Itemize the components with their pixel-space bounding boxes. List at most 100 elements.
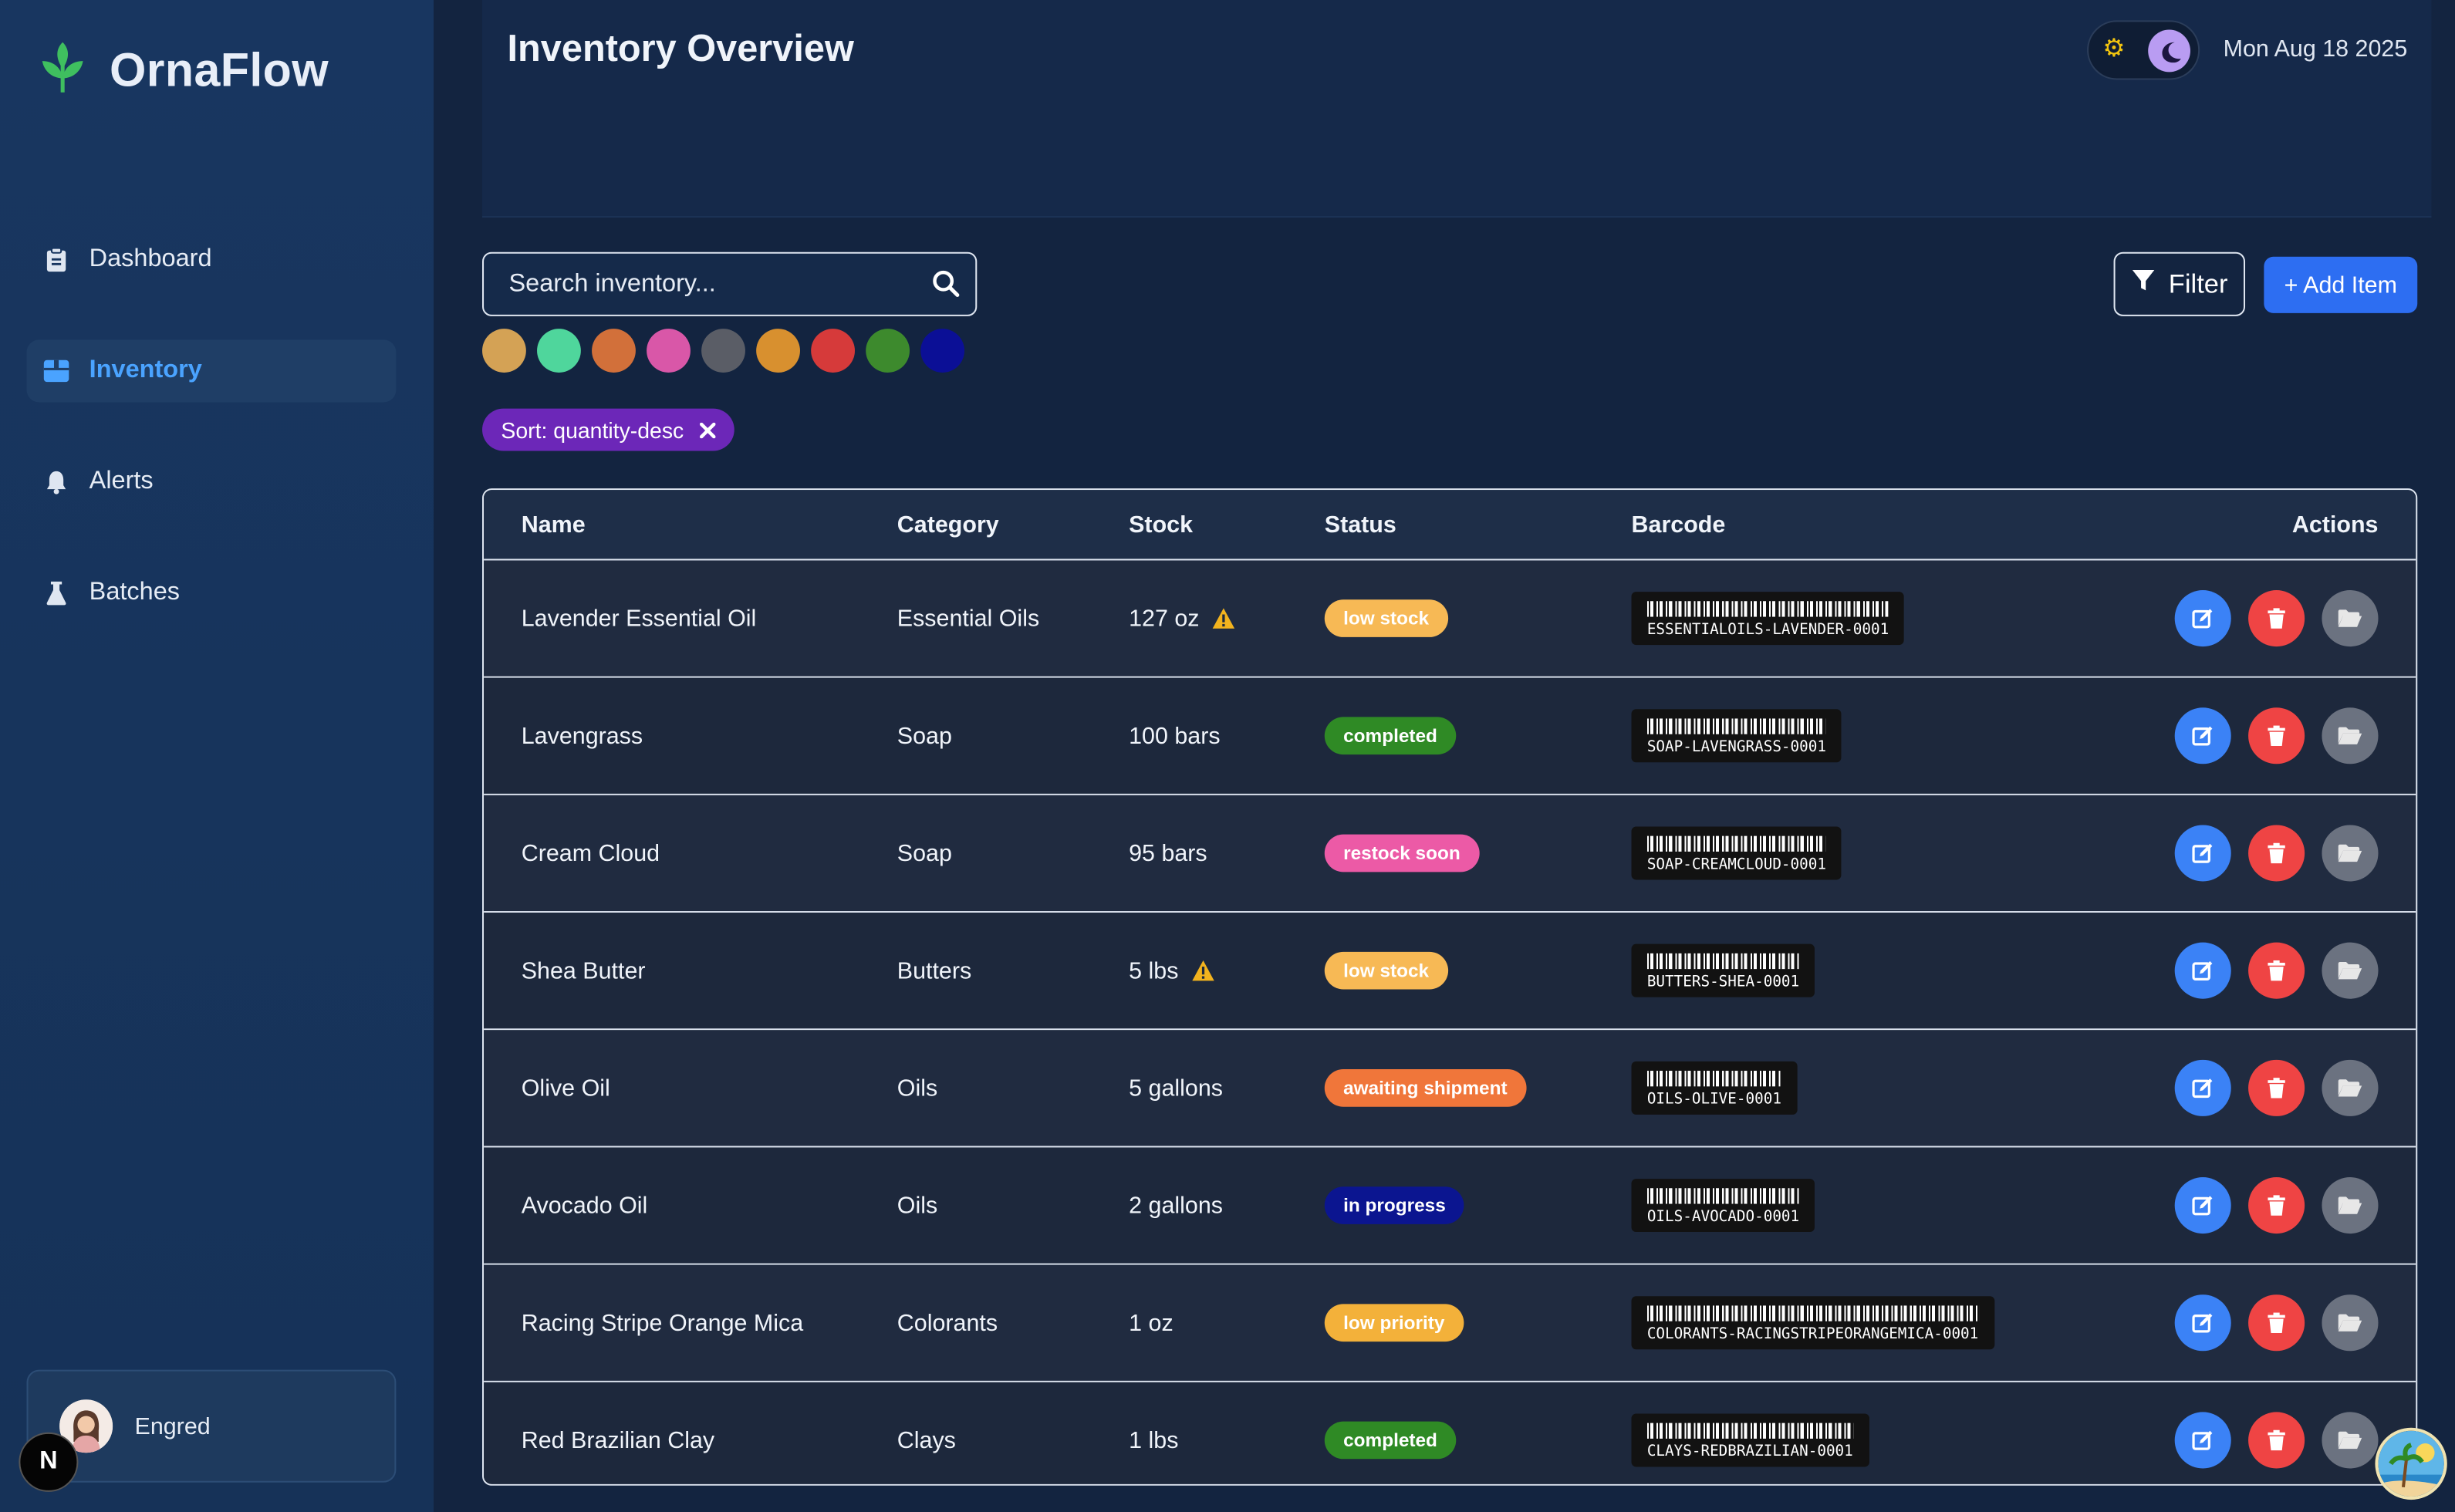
add-item-button[interactable]: + Add Item bbox=[2264, 256, 2418, 313]
search-icon[interactable] bbox=[931, 269, 960, 305]
edit-button[interactable] bbox=[2174, 1059, 2231, 1116]
sidebar-item-dashboard[interactable]: Dashboard bbox=[26, 228, 396, 291]
color-swatch[interactable] bbox=[811, 329, 855, 373]
edit-button[interactable] bbox=[2174, 1412, 2231, 1469]
delete-button[interactable] bbox=[2248, 707, 2305, 764]
user-name: Engred bbox=[134, 1412, 211, 1439]
archive-button[interactable] bbox=[2322, 942, 2379, 999]
delete-button[interactable] bbox=[2248, 825, 2305, 882]
color-swatch[interactable] bbox=[920, 329, 965, 373]
beach-thumbnail-icon[interactable] bbox=[2375, 1427, 2447, 1500]
delete-button[interactable] bbox=[2248, 1059, 2305, 1116]
color-swatch[interactable] bbox=[482, 329, 526, 373]
archive-button[interactable] bbox=[2322, 707, 2379, 764]
barcode-cell: ESSENTIALOILS-LAVENDER-0001 bbox=[1631, 592, 1905, 646]
trash-icon bbox=[2268, 842, 2285, 864]
bell-icon bbox=[42, 468, 71, 497]
edit-button[interactable] bbox=[2174, 590, 2231, 647]
archive-button[interactable] bbox=[2322, 590, 2379, 647]
item-stock-cell: 1 oz bbox=[1129, 1310, 1173, 1336]
current-date: Mon Aug 18 2025 bbox=[2223, 35, 2408, 63]
column-header-barcode[interactable]: Barcode bbox=[1632, 511, 1726, 538]
trash-icon bbox=[2268, 1195, 2285, 1216]
n-badge[interactable]: N bbox=[19, 1432, 79, 1492]
barcode[interactable]: COLORANTS-RACINGSTRIPEORANGEMICA-0001 bbox=[1631, 1296, 1994, 1350]
column-header-name[interactable]: Name bbox=[522, 511, 586, 538]
edit-button[interactable] bbox=[2174, 825, 2231, 882]
table-row[interactable]: Avocado Oil Oils 2 gallons in progress O… bbox=[484, 1147, 2416, 1265]
close-icon[interactable] bbox=[699, 417, 716, 442]
column-header-stock[interactable]: Stock bbox=[1129, 511, 1193, 538]
folder-icon bbox=[2338, 1196, 2362, 1214]
delete-button[interactable] bbox=[2248, 590, 2305, 647]
trash-icon bbox=[2268, 960, 2285, 981]
barcode-bars bbox=[1646, 1423, 1853, 1439]
color-swatch[interactable] bbox=[537, 329, 581, 373]
table-row[interactable]: Racing Stripe Orange Mica Colorants 1 oz… bbox=[484, 1264, 2416, 1382]
sidebar-item-alerts[interactable]: Alerts bbox=[26, 451, 396, 513]
archive-button[interactable] bbox=[2322, 1294, 2379, 1352]
delete-button[interactable] bbox=[2248, 942, 2305, 999]
filter-button[interactable]: Filter bbox=[2113, 251, 2246, 316]
status-cell: low stock bbox=[1324, 599, 1448, 637]
color-swatch[interactable] bbox=[647, 329, 691, 373]
barcode[interactable]: CLAYS-REDBRAZILIAN-0001 bbox=[1631, 1413, 1869, 1467]
archive-button[interactable] bbox=[2322, 1177, 2379, 1234]
delete-button[interactable] bbox=[2248, 1294, 2305, 1352]
color-swatch[interactable] bbox=[701, 329, 745, 373]
archive-button[interactable] bbox=[2322, 1059, 2379, 1116]
barcode-text: COLORANTS-RACINGSTRIPEORANGEMICA-0001 bbox=[1646, 1325, 1979, 1344]
app-name: OrnaFlow bbox=[110, 44, 329, 96]
sidebar-item-batches[interactable]: Batches bbox=[26, 562, 396, 625]
sort-chip[interactable]: Sort: quantity-desc bbox=[482, 408, 734, 451]
barcode[interactable]: SOAP-CREAMCLOUD-0001 bbox=[1631, 826, 1842, 880]
item-category: Oils bbox=[897, 1075, 938, 1102]
search-box[interactable] bbox=[482, 251, 978, 316]
sidebar-item-label: Inventory bbox=[89, 356, 202, 384]
status-badge: completed bbox=[1324, 1421, 1457, 1460]
item-stock-cell: 1 lbs bbox=[1129, 1427, 1178, 1453]
archive-button[interactable] bbox=[2322, 825, 2379, 882]
barcode[interactable]: SOAP-LAVENGRASS-0001 bbox=[1631, 709, 1842, 763]
edit-button[interactable] bbox=[2174, 1294, 2231, 1352]
color-swatch[interactable] bbox=[592, 329, 636, 373]
trash-icon bbox=[2268, 608, 2285, 629]
edit-button[interactable] bbox=[2174, 942, 2231, 999]
table-row[interactable]: Shea Butter Butters 5 lbs low stock BUTT… bbox=[484, 913, 2416, 1031]
barcode-cell: SOAP-CREAMCLOUD-0001 bbox=[1631, 826, 1842, 880]
barcode[interactable]: ESSENTIALOILS-LAVENDER-0001 bbox=[1631, 592, 1905, 646]
barcode[interactable]: BUTTERS-SHEA-0001 bbox=[1631, 943, 1815, 997]
user-card[interactable]: Engred bbox=[26, 1369, 397, 1483]
search-input[interactable] bbox=[508, 270, 976, 299]
table-row[interactable]: Lavengrass Soap 100 bars completed SOAP-… bbox=[484, 677, 2416, 795]
column-header-status[interactable]: Status bbox=[1325, 511, 1396, 538]
barcode[interactable]: OILS-OLIVE-0001 bbox=[1631, 1061, 1798, 1115]
archive-button[interactable] bbox=[2322, 1412, 2379, 1469]
barcode-cell: CLAYS-REDBRAZILIAN-0001 bbox=[1631, 1413, 1869, 1467]
delete-button[interactable] bbox=[2248, 1412, 2305, 1469]
item-name: Lavengrass bbox=[521, 722, 643, 750]
column-header-category[interactable]: Category bbox=[897, 511, 999, 538]
status-cell: awaiting shipment bbox=[1324, 1069, 1526, 1107]
row-actions bbox=[2174, 590, 2379, 647]
table-row[interactable]: Red Brazilian Clay Clays 1 lbs completed… bbox=[484, 1382, 2416, 1484]
color-swatch[interactable] bbox=[866, 329, 910, 373]
theme-toggle[interactable]: ⚙ bbox=[2087, 20, 2200, 80]
item-stock: 5 lbs bbox=[1129, 957, 1179, 984]
brand[interactable]: OrnaFlow bbox=[41, 41, 329, 102]
edit-button[interactable] bbox=[2174, 1177, 2231, 1234]
barcode-bars bbox=[1646, 835, 1826, 852]
table-row[interactable]: Olive Oil Oils 5 gallons awaiting shipme… bbox=[484, 1030, 2416, 1148]
color-swatch[interactable] bbox=[756, 329, 800, 373]
table-row[interactable]: Lavender Essential Oil Essential Oils 12… bbox=[484, 560, 2416, 678]
item-stock-cell: 127 oz bbox=[1129, 605, 1235, 632]
sidebar-item-inventory[interactable]: Inventory bbox=[26, 339, 397, 403]
edit-icon bbox=[2192, 609, 2213, 629]
delete-button[interactable] bbox=[2248, 1177, 2305, 1234]
edit-button[interactable] bbox=[2174, 707, 2231, 764]
barcode[interactable]: OILS-AVOCADO-0001 bbox=[1631, 1179, 1815, 1233]
status-badge: in progress bbox=[1324, 1186, 1465, 1224]
item-stock: 2 gallons bbox=[1129, 1192, 1223, 1219]
table-row[interactable]: Cream Cloud Soap 95 bars restock soon SO… bbox=[484, 795, 2416, 913]
folder-icon bbox=[2338, 844, 2362, 862]
